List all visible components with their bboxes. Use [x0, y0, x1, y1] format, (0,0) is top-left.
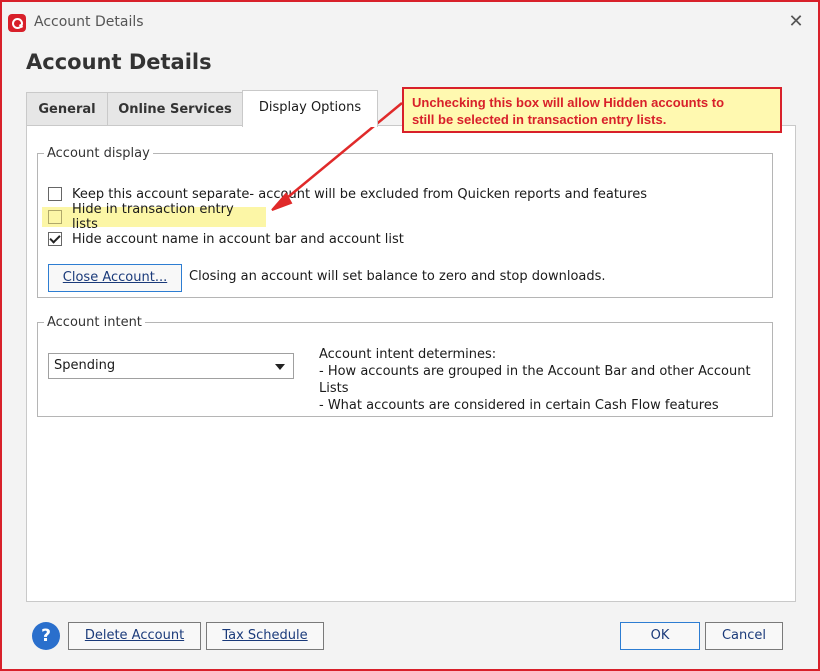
description-line: Lists [319, 381, 349, 396]
option-label: Hide in transaction entry lists [72, 202, 234, 232]
close-account-note: Closing an account will set balance to z… [189, 269, 606, 284]
account-intent-description: Account intent determines: - How account… [319, 346, 759, 414]
quicken-logo-icon [8, 14, 26, 32]
description-line: - What accounts are considered in certai… [319, 398, 719, 413]
option-keep-separate[interactable]: Keep this account separate- account will… [48, 185, 647, 203]
close-icon[interactable]: ✕ [786, 12, 806, 32]
tab-online-services[interactable]: Online Services [107, 92, 243, 126]
option-hide-in-entry-lists[interactable]: Hide in transaction entry lists [42, 202, 266, 232]
delete-account-button[interactable]: Delete Account [68, 622, 201, 650]
annotation-line: still be selected in transaction entry l… [412, 112, 667, 127]
ok-button[interactable]: OK [620, 622, 700, 650]
select-value: Spending [54, 358, 116, 373]
checkbox-icon[interactable] [48, 232, 62, 246]
page-title: Account Details [26, 50, 212, 74]
title-bar: Account Details ✕ [2, 6, 818, 40]
account-intent-group: Account intent Spending Account intent d… [37, 315, 773, 417]
account-display-legend: Account display [47, 146, 150, 161]
annotation-line: Unchecking this box will allow Hidden ac… [412, 95, 725, 110]
tab-panel: Account display Keep this account separa… [26, 125, 796, 602]
option-label: Hide account name in account bar and acc… [72, 231, 404, 247]
chevron-down-icon [275, 364, 285, 370]
account-display-group: Account display Keep this account separa… [37, 146, 773, 298]
tax-schedule-button[interactable]: Tax Schedule [206, 622, 324, 650]
close-account-button[interactable]: Close Account... [48, 264, 182, 292]
cancel-button[interactable]: Cancel [705, 622, 783, 650]
account-intent-legend: Account intent [47, 315, 142, 330]
description-line: - How accounts are grouped in the Accoun… [319, 364, 751, 379]
annotation-callout: Unchecking this box will allow Hidden ac… [402, 87, 782, 133]
option-label: Keep this account separate- account will… [72, 186, 647, 202]
tab-general[interactable]: General [26, 92, 108, 126]
help-icon[interactable]: ? [32, 622, 60, 650]
tab-display-options[interactable]: Display Options [242, 90, 378, 127]
description-title: Account intent determines: [319, 347, 497, 362]
checkbox-icon[interactable] [48, 210, 62, 224]
window-title: Account Details [34, 14, 144, 30]
account-intent-select[interactable]: Spending [48, 353, 294, 379]
checkbox-icon[interactable] [48, 187, 62, 201]
option-hide-account-name[interactable]: Hide account name in account bar and acc… [48, 230, 404, 248]
